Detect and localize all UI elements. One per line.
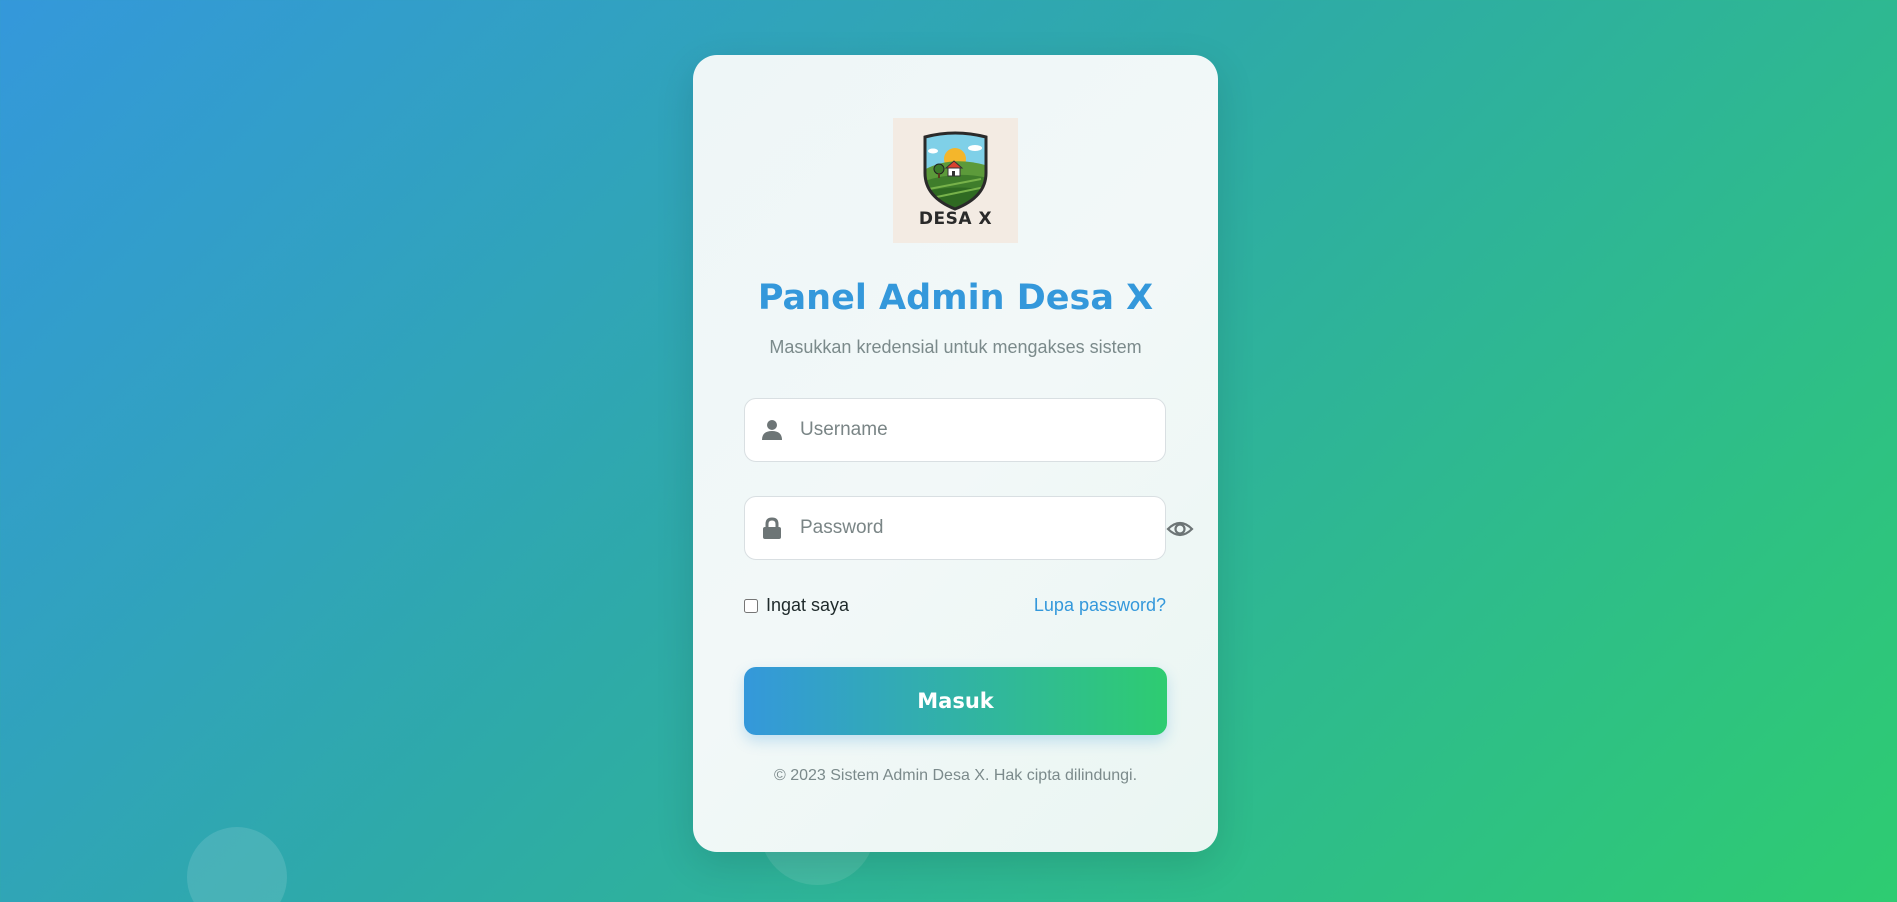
remember-me-label: Ingat saya <box>766 595 850 615</box>
lock-icon <box>761 517 783 544</box>
forgot-password-link[interactable]: Lupa password? <box>1034 595 1166 616</box>
village-emblem-icon <box>923 131 988 211</box>
login-button[interactable]: Masuk <box>744 667 1167 735</box>
username-input[interactable] <box>800 399 1150 461</box>
toggle-password-visibility-button[interactable] <box>1166 518 1194 540</box>
username-field[interactable] <box>744 398 1166 462</box>
logo-text: DESA X <box>918 209 993 229</box>
remember-me[interactable]: Ingat saya <box>744 595 849 616</box>
decorative-bubble <box>187 827 287 902</box>
user-icon <box>761 419 783 446</box>
password-input[interactable] <box>800 497 1150 559</box>
page-subtitle: Masukkan kredensial untuk mengakses sist… <box>769 337 1142 357</box>
page-title: Panel Admin Desa X <box>757 278 1154 318</box>
remember-me-checkbox[interactable] <box>744 598 758 613</box>
eye-icon <box>1166 521 1194 537</box>
login-card: DESA X Panel Admin Desa X Masukkan krede… <box>693 55 1218 852</box>
village-logo: DESA X <box>893 118 1018 243</box>
copyright-footer: © 2023 Sistem Admin Desa X. Hak cipta di… <box>773 767 1138 784</box>
password-field[interactable] <box>744 496 1166 560</box>
